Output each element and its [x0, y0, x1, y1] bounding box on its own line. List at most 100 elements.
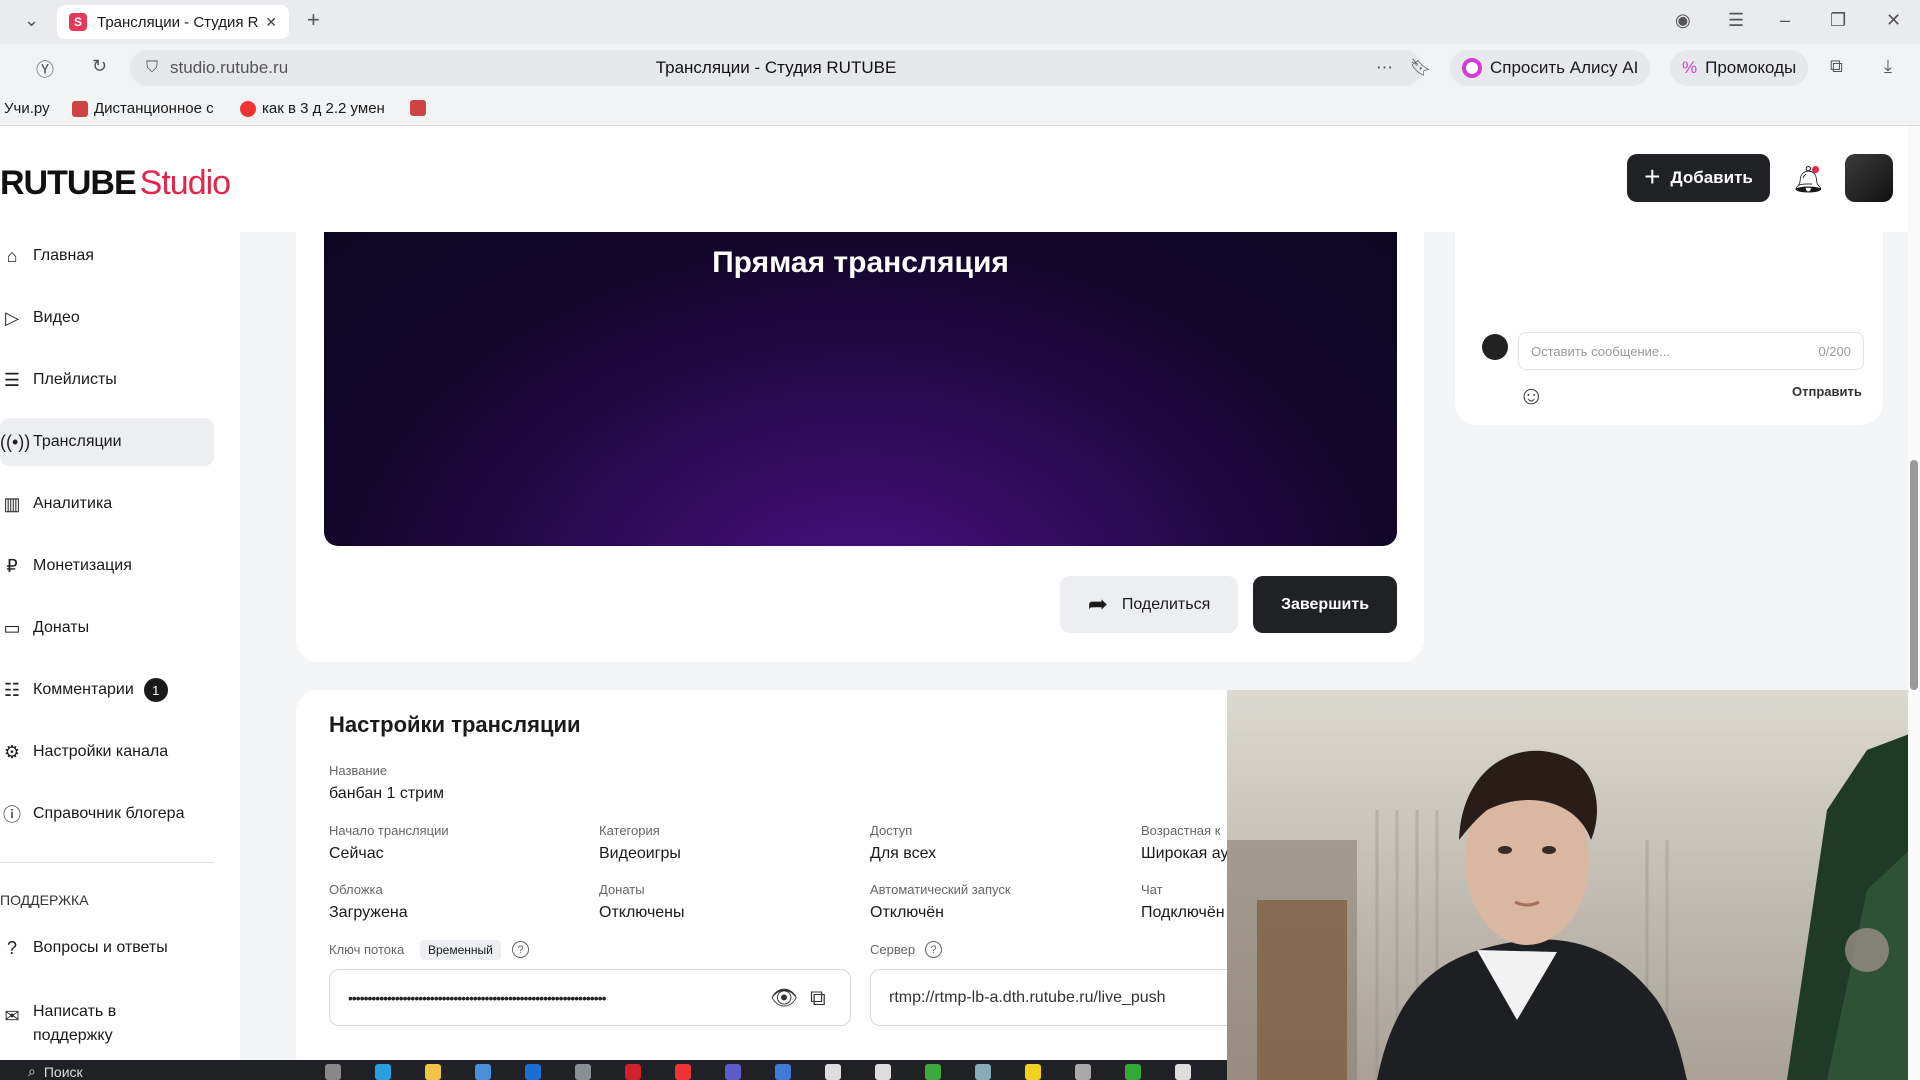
chat-setting-label: Чат	[1141, 882, 1163, 897]
task-view-icon[interactable]	[325, 1064, 341, 1080]
sidebar-item-monetization[interactable]: ₽ Монетизация	[0, 542, 214, 590]
cover-value: Загружена	[329, 904, 408, 921]
stream-preview[interactable]: Прямая трансляция	[324, 232, 1397, 546]
new-tab-icon[interactable]: +	[307, 7, 320, 33]
sidebar-item-contact-support[interactable]: ✉ Написать в поддержку	[0, 990, 214, 1050]
taskbar-search-label: Поиск	[43, 1063, 83, 1080]
close-window-icon[interactable]: ✕	[1886, 10, 1901, 31]
info-icon: ⓘ	[3, 805, 21, 825]
settings-title: Настройки трансляции	[329, 712, 581, 737]
mail-icon: ✉	[4, 1006, 20, 1026]
bookmark-distance[interactable]: Дистанционное с	[72, 100, 214, 117]
extensions-icon[interactable]: ⧉	[1830, 56, 1843, 77]
sidebar-item-faq[interactable]: ? Вопросы и ответы	[0, 924, 214, 972]
copy-icon[interactable]: ⧉	[810, 985, 826, 1011]
server-help-icon[interactable]: ?	[925, 941, 942, 958]
browser-tab[interactable]: S Трансляции - Студия R ✕	[57, 5, 289, 39]
menu-icon[interactable]: ☰	[1728, 10, 1744, 31]
app-icon[interactable]	[1025, 1064, 1041, 1080]
comment-icon: ☷	[3, 679, 21, 700]
key-help-icon[interactable]: ?	[512, 941, 529, 958]
send-button[interactable]: Отправить	[1792, 384, 1862, 399]
promo-button[interactable]: % Промокоды	[1670, 50, 1809, 86]
access-value: Для всех	[870, 845, 937, 862]
ruble-icon: ₽	[6, 555, 18, 576]
minimize-icon[interactable]: –	[1780, 10, 1790, 31]
url-field[interactable]: ⛉ studio.rutube.ru Трансляции - Студия R…	[130, 50, 1432, 86]
sidebar-item-label: Монетизация	[33, 557, 132, 574]
app-icon[interactable]	[725, 1064, 741, 1080]
app-icon[interactable]	[975, 1064, 991, 1080]
notification-dot	[1812, 166, 1819, 173]
minecraft-icon[interactable]	[925, 1064, 941, 1080]
wallet-icon: ▭	[3, 617, 21, 638]
restore-icon[interactable]: ❐	[1830, 10, 1846, 31]
folder-icon[interactable]	[425, 1064, 441, 1080]
rutube-studio-logo[interactable]: RUTUBE Studio	[0, 164, 231, 203]
os-taskbar: ⌕ Поиск	[0, 1060, 1227, 1080]
emoji-icon[interactable]: ☺	[1518, 380, 1545, 411]
access-label: Доступ	[870, 823, 913, 838]
sidebar-item-analytics[interactable]: ▥ Аналитика	[0, 480, 214, 528]
sidebar-item-donations[interactable]: ▭ Донаты	[0, 604, 214, 652]
share-button[interactable]: ➦ Поделиться	[1060, 576, 1238, 633]
avatar[interactable]	[1845, 154, 1893, 202]
profile-icon[interactable]: ◉	[1675, 10, 1691, 31]
webcam-overlay	[1227, 690, 1920, 1080]
sidebar-item-channel-settings[interactable]: ⚙ Настройки канала	[0, 728, 214, 776]
sidebar-item-broadcasts[interactable]: ((•)) Трансляции	[0, 418, 214, 466]
eye-icon[interactable]: 👁︎	[770, 985, 798, 1011]
question-icon: ?	[6, 937, 17, 958]
end-stream-button[interactable]: Завершить	[1253, 576, 1397, 633]
store-icon[interactable]	[475, 1064, 491, 1080]
more-icon[interactable]: ⋯	[1376, 58, 1393, 78]
app-icon[interactable]	[1075, 1064, 1091, 1080]
server-field[interactable]: rtmp://rtmp-lb-a.dth.rutube.ru/live_push	[870, 969, 1230, 1026]
webcam-image	[1227, 690, 1920, 1080]
close-tab-icon[interactable]: ✕	[265, 14, 277, 31]
bookmark-extra[interactable]	[410, 100, 432, 116]
app-icon[interactable]	[575, 1064, 591, 1080]
file-icon[interactable]	[1175, 1064, 1191, 1080]
sidebar-item-playlists[interactable]: ☰ Плейлисты	[0, 356, 214, 404]
bell-icon[interactable]: 🔔︎	[1792, 164, 1825, 195]
temporary-tag: Временный	[420, 940, 501, 960]
stream-key-field[interactable]: ••••••••••••••••••••••••••••••••••••••••…	[329, 969, 851, 1026]
bookmark-uchi[interactable]: Учи.ру	[4, 100, 50, 117]
chat-message-input[interactable]: Оставить сообщение... 0/200	[1518, 332, 1864, 370]
alice-button[interactable]: Спросить Алису AI	[1450, 50, 1651, 86]
bookmark-search[interactable]: как в 3 д 2.2 умен	[240, 100, 385, 117]
name-value: банбан 1 стрим	[329, 785, 445, 802]
bookmark-icon[interactable]: 🔖︎	[1410, 58, 1432, 78]
yandex-icon[interactable]: Ⓨ	[36, 56, 54, 82]
mail-app-icon[interactable]	[525, 1064, 541, 1080]
file-icon[interactable]	[875, 1064, 891, 1080]
tab-list-chevron-icon[interactable]: ⌄	[24, 10, 39, 31]
end-label: Завершить	[1280, 595, 1370, 613]
edge-icon[interactable]	[375, 1064, 391, 1080]
sidebar-item-video[interactable]: ▷ Видео	[0, 294, 214, 342]
file-icon[interactable]	[825, 1064, 841, 1080]
sidebar-item-home[interactable]: ⌂ Главная	[0, 232, 214, 280]
sidebar-item-label: Донаты	[33, 619, 90, 636]
bookmark-favicon-icon	[410, 100, 426, 116]
app-icon[interactable]	[1125, 1064, 1141, 1080]
logo-sub: Studio	[139, 164, 231, 202]
sidebar-item-label: Видео	[33, 309, 80, 326]
taskbar-search[interactable]: ⌕ Поиск	[28, 1063, 278, 1080]
age-label: Возрастная к	[1141, 823, 1221, 838]
opera-icon[interactable]	[625, 1064, 641, 1080]
steam-icon[interactable]	[775, 1064, 791, 1080]
sidebar-item-blogger-guide[interactable]: ⓘ Справочник блогера	[0, 790, 214, 838]
scrollbar-thumb[interactable]	[1910, 460, 1918, 690]
sidebar-item-comments[interactable]: ☷ Комментарии 1	[0, 666, 214, 714]
add-button[interactable]: + Добавить	[1627, 154, 1770, 202]
rutube-favicon-icon: S	[69, 13, 87, 31]
download-icon[interactable]: ⤓	[1884, 56, 1892, 77]
page-title-in-url: Трансляции - Студия RUTUBE	[655, 58, 897, 77]
yandex-browser-icon[interactable]	[675, 1064, 691, 1080]
reload-icon[interactable]: ↻	[92, 56, 107, 77]
sidebar-item-label: Трансляции	[33, 433, 122, 450]
sidebar-item-label: Плейлисты	[33, 371, 117, 388]
alice-label: Спросить Алису AI	[1490, 58, 1639, 77]
